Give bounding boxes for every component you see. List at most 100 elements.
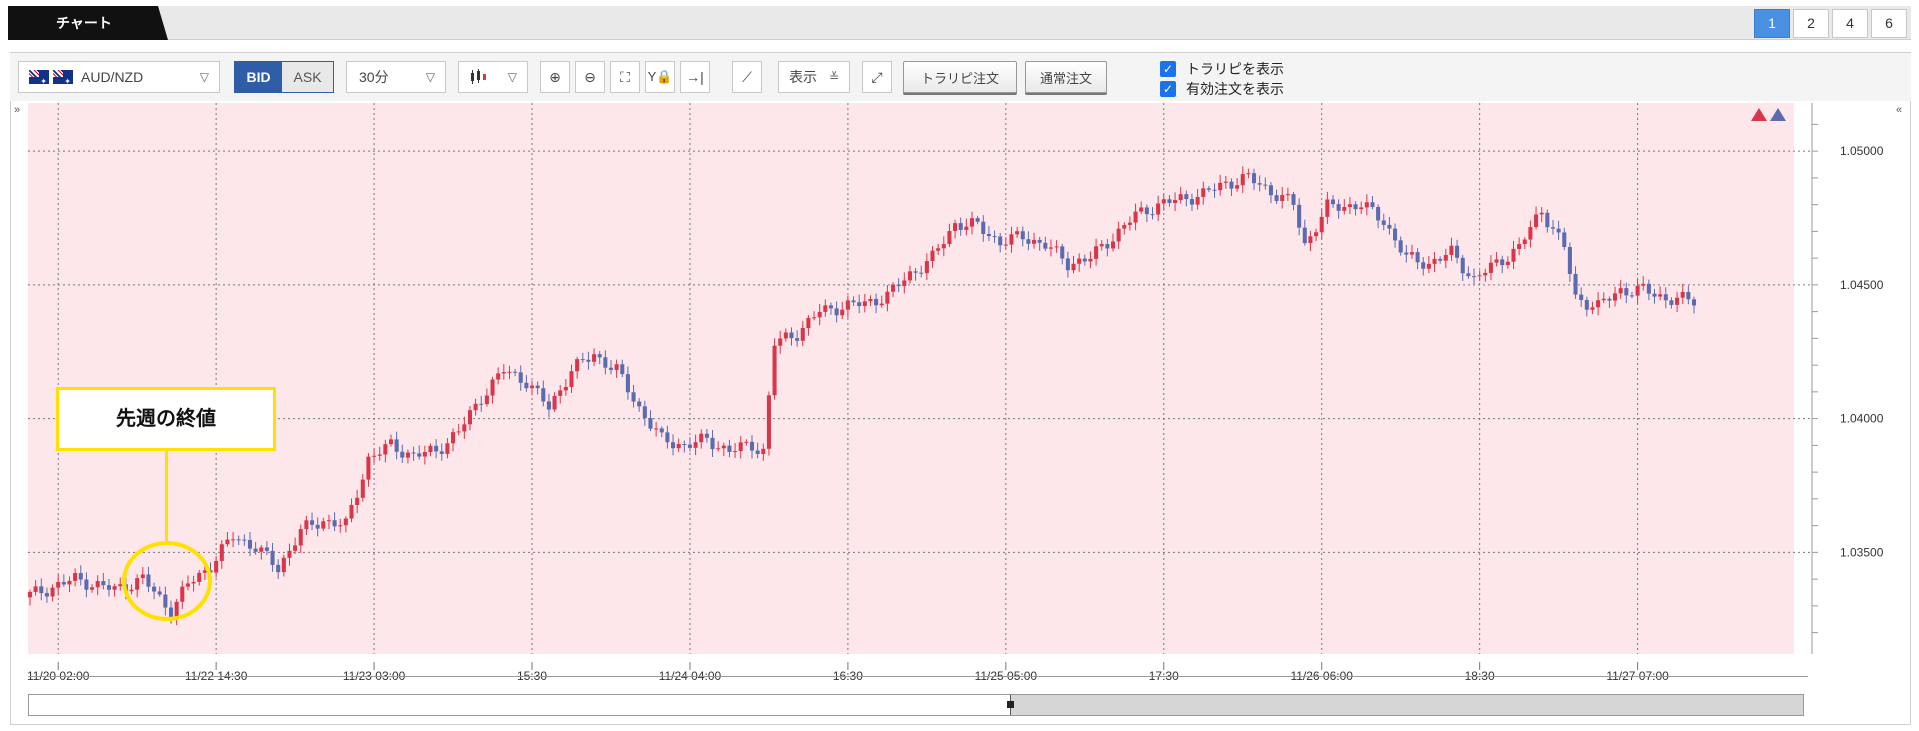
- candle-body: [1686, 291, 1691, 300]
- candle-body: [761, 448, 766, 454]
- candle-body: [1240, 174, 1245, 186]
- candle-body: [569, 371, 574, 387]
- candle-body: [857, 302, 862, 307]
- candle-body: [716, 448, 721, 450]
- candle-body: [355, 497, 360, 505]
- candle-body: [1398, 240, 1403, 253]
- candle-body: [1432, 258, 1437, 264]
- candle-body: [1505, 261, 1510, 266]
- candle-body: [1088, 258, 1093, 262]
- candle-body: [310, 520, 315, 525]
- candle-body: [1054, 246, 1059, 248]
- candle-body: [513, 371, 518, 373]
- candle-body: [868, 298, 873, 302]
- candle-body: [1105, 244, 1110, 249]
- candle-body: [687, 444, 692, 448]
- candle-body: [964, 226, 969, 230]
- candle-body: [1026, 239, 1031, 244]
- candle-body: [462, 424, 467, 432]
- candle-body: [817, 311, 822, 318]
- candle-body: [1015, 231, 1020, 235]
- candle-body: [1139, 207, 1144, 212]
- candle-body: [783, 332, 788, 339]
- candle-body: [676, 444, 681, 449]
- candle-body: [490, 379, 495, 396]
- candle-body: [575, 359, 580, 372]
- candle-body: [975, 218, 980, 222]
- callout-pointer: [165, 451, 168, 543]
- candle-body: [33, 586, 38, 592]
- candle-body: [1584, 300, 1589, 310]
- candle-body: [1534, 214, 1539, 228]
- candle-body: [879, 303, 884, 306]
- candle-body: [1235, 185, 1240, 189]
- candle-body: [840, 309, 845, 316]
- scrollbar-handle[interactable]: [1007, 701, 1014, 708]
- candle-body: [524, 382, 529, 389]
- candle-body: [947, 231, 952, 245]
- scrollbar-thumb[interactable]: [1007, 695, 1803, 715]
- candle-body: [1274, 195, 1279, 202]
- candle-body: [518, 372, 523, 383]
- candle-body: [608, 367, 614, 370]
- candle-body: [366, 456, 371, 480]
- chart-scrollbar[interactable]: [28, 694, 1804, 716]
- candle-body: [434, 445, 439, 452]
- candle-body: [1178, 194, 1183, 200]
- candle-body: [1077, 258, 1082, 264]
- candle-body: [1618, 288, 1623, 294]
- candle-body: [1206, 188, 1211, 190]
- candle-body: [529, 385, 535, 389]
- candle-body: [231, 539, 236, 541]
- candle-body: [467, 410, 473, 425]
- candle-body: [1195, 196, 1200, 205]
- candle-body: [439, 451, 444, 454]
- candle-body: [1353, 204, 1358, 210]
- candle-body: [1223, 181, 1228, 183]
- candle-body: [586, 359, 591, 362]
- candle-body: [546, 401, 551, 410]
- candle-body: [541, 388, 546, 402]
- candle-body: [473, 403, 478, 411]
- candle-body: [281, 557, 286, 573]
- candle-body: [710, 437, 715, 450]
- candle-body: [253, 548, 258, 552]
- candle-body: [73, 573, 78, 581]
- candle-body: [1156, 203, 1161, 215]
- candle-body: [1579, 294, 1584, 301]
- candle-body: [298, 529, 303, 546]
- candle-body: [451, 432, 456, 444]
- candle-body: [885, 291, 890, 304]
- candle-body: [535, 385, 540, 389]
- candle-body: [1167, 199, 1172, 203]
- candle-body: [1099, 244, 1104, 247]
- candle-body: [332, 520, 337, 527]
- candle-body: [733, 451, 738, 453]
- candle-body: [874, 298, 879, 306]
- candle-body: [259, 547, 264, 552]
- candle-body: [1387, 224, 1392, 229]
- candle-body: [930, 250, 935, 262]
- candle-body: [1635, 285, 1640, 296]
- candle-body: [941, 244, 946, 249]
- candle-body: [507, 371, 512, 373]
- candle-body: [1393, 228, 1398, 241]
- candle-body: [1330, 199, 1336, 205]
- candle-body: [597, 354, 602, 358]
- candle-body: [862, 301, 867, 307]
- candle-body: [1189, 199, 1195, 205]
- candle-body: [1562, 232, 1567, 247]
- candle-body: [1009, 234, 1014, 245]
- candle-body: [1144, 207, 1149, 215]
- candle-body: [1280, 195, 1285, 202]
- candle-body: [1376, 206, 1381, 221]
- candle-body: [50, 587, 55, 597]
- candle-body: [1691, 299, 1697, 306]
- candle-body: [1556, 228, 1561, 233]
- candle-body: [39, 586, 44, 594]
- y-tick-label: 1.05000: [1840, 144, 1884, 158]
- candle-body: [1285, 194, 1290, 196]
- y-axis: 1.05000 1.04500 1.04000 1.03500: [1811, 103, 1884, 654]
- y-tick-label: 1.04500: [1840, 278, 1884, 292]
- candle-body: [558, 390, 563, 396]
